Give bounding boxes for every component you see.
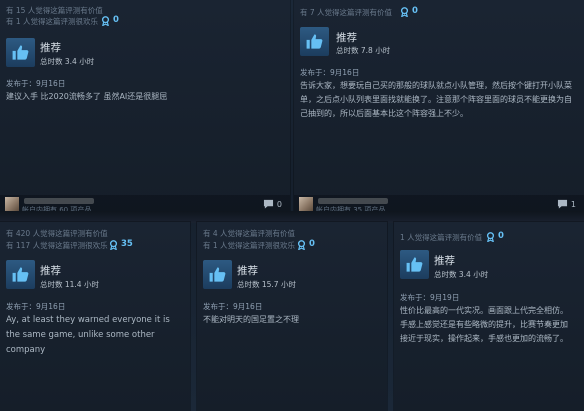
author-name-blurred[interactable]	[24, 198, 94, 204]
funny-award-icon	[101, 16, 110, 26]
funny-count-text: 有 1 人觉得这篇评测很欢乐	[203, 241, 296, 250]
recommendation-title[interactable]: 推荐	[40, 40, 61, 55]
review-card: 有 7 人觉得这篇评测有价值 0 推荐 总时数 7.8 小时 发布于：9月16日…	[294, 0, 584, 214]
review-card: 有 420 人觉得这篇评测有价值 有 117 人觉得这篇评测很欢乐 35 推荐 …	[0, 222, 190, 411]
thumbs-up-icon	[305, 32, 324, 51]
posted-date: 发布于：9月16日	[6, 79, 66, 88]
recommendation-title[interactable]: 推荐	[434, 253, 455, 268]
thumbs-up-badge[interactable]	[6, 260, 35, 289]
review-body-text: 告诉大家，想要玩自己买的那般的球队就点小队管理，然后按个键打开小队菜单，之后点小…	[300, 81, 572, 118]
funny-award-icon	[109, 240, 118, 250]
comment-button[interactable]: 0	[263, 199, 282, 209]
recommendation-title[interactable]: 推荐	[237, 263, 258, 278]
author-avatar[interactable]	[299, 197, 313, 211]
review-card: 有 4 人觉得这篇评测有价值 有 1 人觉得这篇评测很欢乐 0 推荐 总时数 1…	[197, 222, 387, 411]
funny-award-count: 0	[309, 239, 315, 249]
playtime-hours: 总时数 15.7 小时	[237, 280, 296, 289]
review-body-text: 不能对明天的国足置之不理	[203, 315, 299, 324]
playtime-hours: 总时数 3.4 小时	[40, 57, 95, 66]
posted-date: 发布于：9月16日	[6, 302, 66, 311]
review-body-text: Ay, at least they warned everyone it is …	[6, 315, 170, 355]
recommendation-title[interactable]: 推荐	[336, 30, 357, 45]
comment-count: 0	[276, 199, 282, 209]
comment-bubble-icon	[557, 199, 568, 209]
thumbs-up-badge[interactable]	[6, 38, 35, 67]
review-card: 有 15 人觉得这篇评测有价值 有 1 人觉得这篇评测很欢乐 0 推荐 总时数 …	[0, 0, 290, 214]
thumbs-up-icon	[11, 265, 30, 284]
helpful-count-text: 有 420 人觉得这篇评测有价值	[6, 229, 108, 238]
comment-button[interactable]: 1	[557, 199, 576, 209]
thumbs-up-icon	[208, 265, 227, 284]
author-avatar[interactable]	[5, 197, 19, 211]
funny-award-count: 0	[498, 231, 504, 241]
thumbs-up-icon	[405, 255, 424, 274]
funny-award-icon	[297, 240, 306, 250]
review-body-text: 性价比最高的一代实况。画面跟上代完全相仿。手感上感觉还是有些略微的提升，比赛节奏…	[400, 306, 568, 343]
playtime-hours: 总时数 11.4 小时	[40, 280, 99, 289]
thumbs-up-icon	[11, 43, 30, 62]
funny-award-icon	[400, 7, 409, 17]
thumbs-up-badge[interactable]	[400, 250, 429, 279]
funny-award-icon	[486, 232, 495, 242]
posted-date: 发布于：9月16日	[203, 302, 263, 311]
author-name-blurred[interactable]	[318, 198, 388, 204]
funny-count-text: 有 117 人觉得这篇评测很欢乐	[6, 241, 108, 250]
comment-bubble-icon	[263, 199, 274, 209]
funny-award-count: 0	[113, 15, 119, 25]
review-body-text: 建议入手 比2020流畅多了 虽然AI还是很腿屈	[6, 92, 168, 101]
funny-award-count: 0	[412, 6, 418, 16]
review-card: 1 人觉得这篇评测有价值 0 推荐 总时数 3.4 小时 发布于：9月19日 性…	[394, 222, 584, 411]
helpful-count-text: 有 4 人觉得这篇评测有价值	[203, 229, 296, 238]
helpful-count-text: 有 7 人觉得这篇评测有价值	[300, 8, 393, 17]
comment-count: 1	[570, 199, 576, 209]
helpful-count-text: 1 人觉得这篇评测有价值	[400, 233, 483, 242]
helpful-count-text: 有 15 人觉得这篇评测有价值	[6, 6, 103, 15]
posted-date: 发布于：9月19日	[400, 293, 460, 302]
recommendation-title[interactable]: 推荐	[40, 263, 61, 278]
funny-count-text: 有 1 人觉得这篇评测很欢乐	[6, 17, 99, 26]
posted-date: 发布于：9月16日	[300, 68, 360, 77]
playtime-hours: 总时数 3.4 小时	[434, 270, 489, 279]
funny-award-count: 35	[121, 239, 133, 249]
thumbs-up-badge[interactable]	[203, 260, 232, 289]
playtime-hours: 总时数 7.8 小时	[336, 46, 391, 55]
thumbs-up-badge[interactable]	[300, 27, 329, 56]
